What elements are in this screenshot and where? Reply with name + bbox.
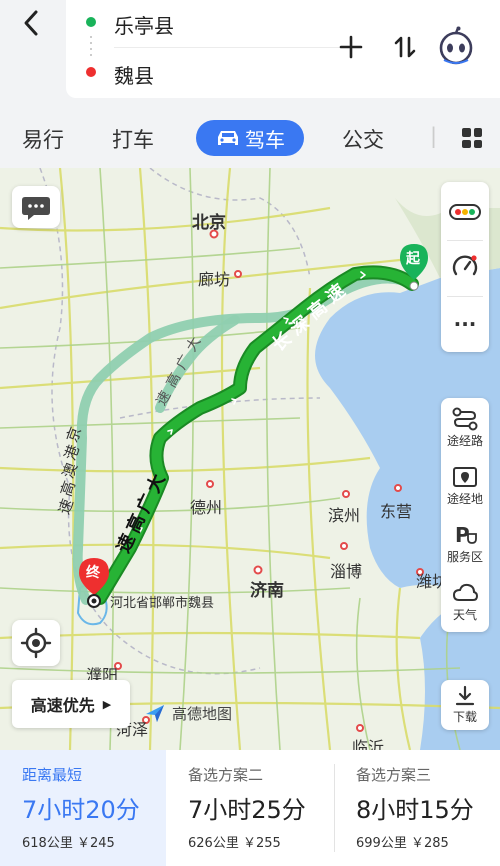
speedometer-icon [452,255,478,276]
plan-tag: 距离最短 [22,766,83,784]
route-connector [90,34,92,60]
plan-option-3[interactable]: 备选方案三 8小时15分 699公里 ￥285 [334,750,500,866]
map-label-zibo: 淄博 [330,562,363,581]
parking-coffee-icon: P [455,523,477,547]
locate-button[interactable] [12,620,60,666]
map-label-binzhou: 滨州 [328,506,361,525]
more-dots-icon: ··· [453,312,477,336]
download-icon [455,685,475,706]
service-area-label: 服务区 [446,550,483,564]
plan-option-2[interactable]: 备选方案二 7小时25分 626公里 ￥255 [166,750,334,866]
route-card: 乐亭县 魏县 [66,0,500,98]
plan-distance-toll: 699公里 ￥285 [356,836,449,851]
map-label-beijing: 北京 [192,213,226,233]
divider [114,47,344,48]
route-preference-label: 高速优先 [30,696,95,715]
plan-duration: 7小时25分 [188,796,306,824]
car-icon [218,131,238,145]
swap-icon [394,36,416,58]
tab-yixing[interactable]: 易行 [22,124,64,154]
route-plans: 距离最短 7小时20分 618公里 ￥245 备选方案二 7小时25分 626公… [0,750,500,866]
weather-label: 天气 [452,608,477,622]
download-label: 下载 [452,710,477,724]
end-marker-label: 终 [86,565,100,581]
cloud-icon [452,583,479,601]
tab-transit[interactable]: 公交 [342,124,384,154]
map-label-linyi: 临沂 [352,738,385,750]
traffic-toggle[interactable] [441,192,489,232]
plan-tag: 备选方案二 [188,766,264,784]
tab-drive-label: 驾车 [245,127,285,152]
start-marker-label: 起 [406,251,420,267]
download-button[interactable]: 下载 [441,680,489,730]
waypoint-place-button[interactable]: 途经地 [441,464,489,516]
route-path-icon [452,407,478,431]
map-tools-panel: ··· [441,182,489,352]
map-attribution: 高德地图 [144,702,232,724]
map-label-jinan: 济南 [250,581,284,601]
triangle-right-icon: ▶ [102,697,112,711]
traffic-light-icon [449,204,481,220]
speed-limit-button[interactable] [441,244,489,290]
plan-option-1[interactable]: 距离最短 7小时20分 618公里 ￥245 [0,750,166,866]
attribution-text: 高德地图 [172,704,233,723]
more-tools-button[interactable]: ··· [441,302,489,346]
map-view[interactable]: 起 终 北京 廊坊 德州 滨州 东营 济南 淄博 潍坊 濮阳 菏泽 临沂 河北省… [0,168,500,750]
download-item: 下载 [441,684,489,728]
swap-route-button[interactable] [390,32,420,62]
message-button[interactable] [12,186,60,228]
waypoint-road-button[interactable]: 途经路 [441,406,489,458]
tab-taxi[interactable]: 打车 [112,124,154,154]
plus-icon [339,35,363,59]
add-waypoint-button[interactable] [336,32,366,62]
tab-drive[interactable]: 驾车 [196,120,304,156]
end-dot-icon [86,67,96,77]
assistant-button[interactable] [434,24,478,68]
chat-bubble-icon [22,197,50,220]
locate-crosshair-icon [20,627,52,659]
plan-distance-toll: 618公里 ￥245 [22,836,115,851]
start-location[interactable]: 乐亭县 [114,10,174,39]
amap-logo-icon [146,705,164,722]
end-location[interactable]: 魏县 [114,60,154,89]
tab-overflow: | [430,124,438,148]
route-tools-panel: 途经路 途经地 P 服务区 天气 [441,398,489,632]
plan-duration: 7小时20分 [22,796,140,824]
map-label-dongying: 东营 [380,502,413,521]
map-label-langfang: 廊坊 [198,270,231,289]
plan-distance-toll: 626公里 ￥255 [188,836,281,851]
waypoint-road-label: 途经路 [446,434,483,448]
assistant-mascot-icon [439,26,473,65]
plan-tag: 备选方案三 [356,766,432,784]
map-pin-icon [453,467,477,487]
plan-duration: 8小时15分 [356,796,474,824]
start-dot-icon [86,17,96,27]
back-arrow-icon [24,10,38,36]
service-area-button[interactable]: P 服务区 [441,522,489,574]
route-preference-button[interactable]: 高速优先 ▶ [12,680,130,728]
map-label-destination: 河北省邯郸市魏县 [110,596,215,611]
more-tabs-icon[interactable] [462,128,482,148]
weather-button[interactable]: 天气 [441,580,489,632]
map-label-dezhou: 德州 [190,498,223,517]
back-button[interactable] [18,8,48,38]
waypoint-place-label: 途经地 [446,492,483,506]
header: 乐亭县 魏县 [0,0,500,110]
